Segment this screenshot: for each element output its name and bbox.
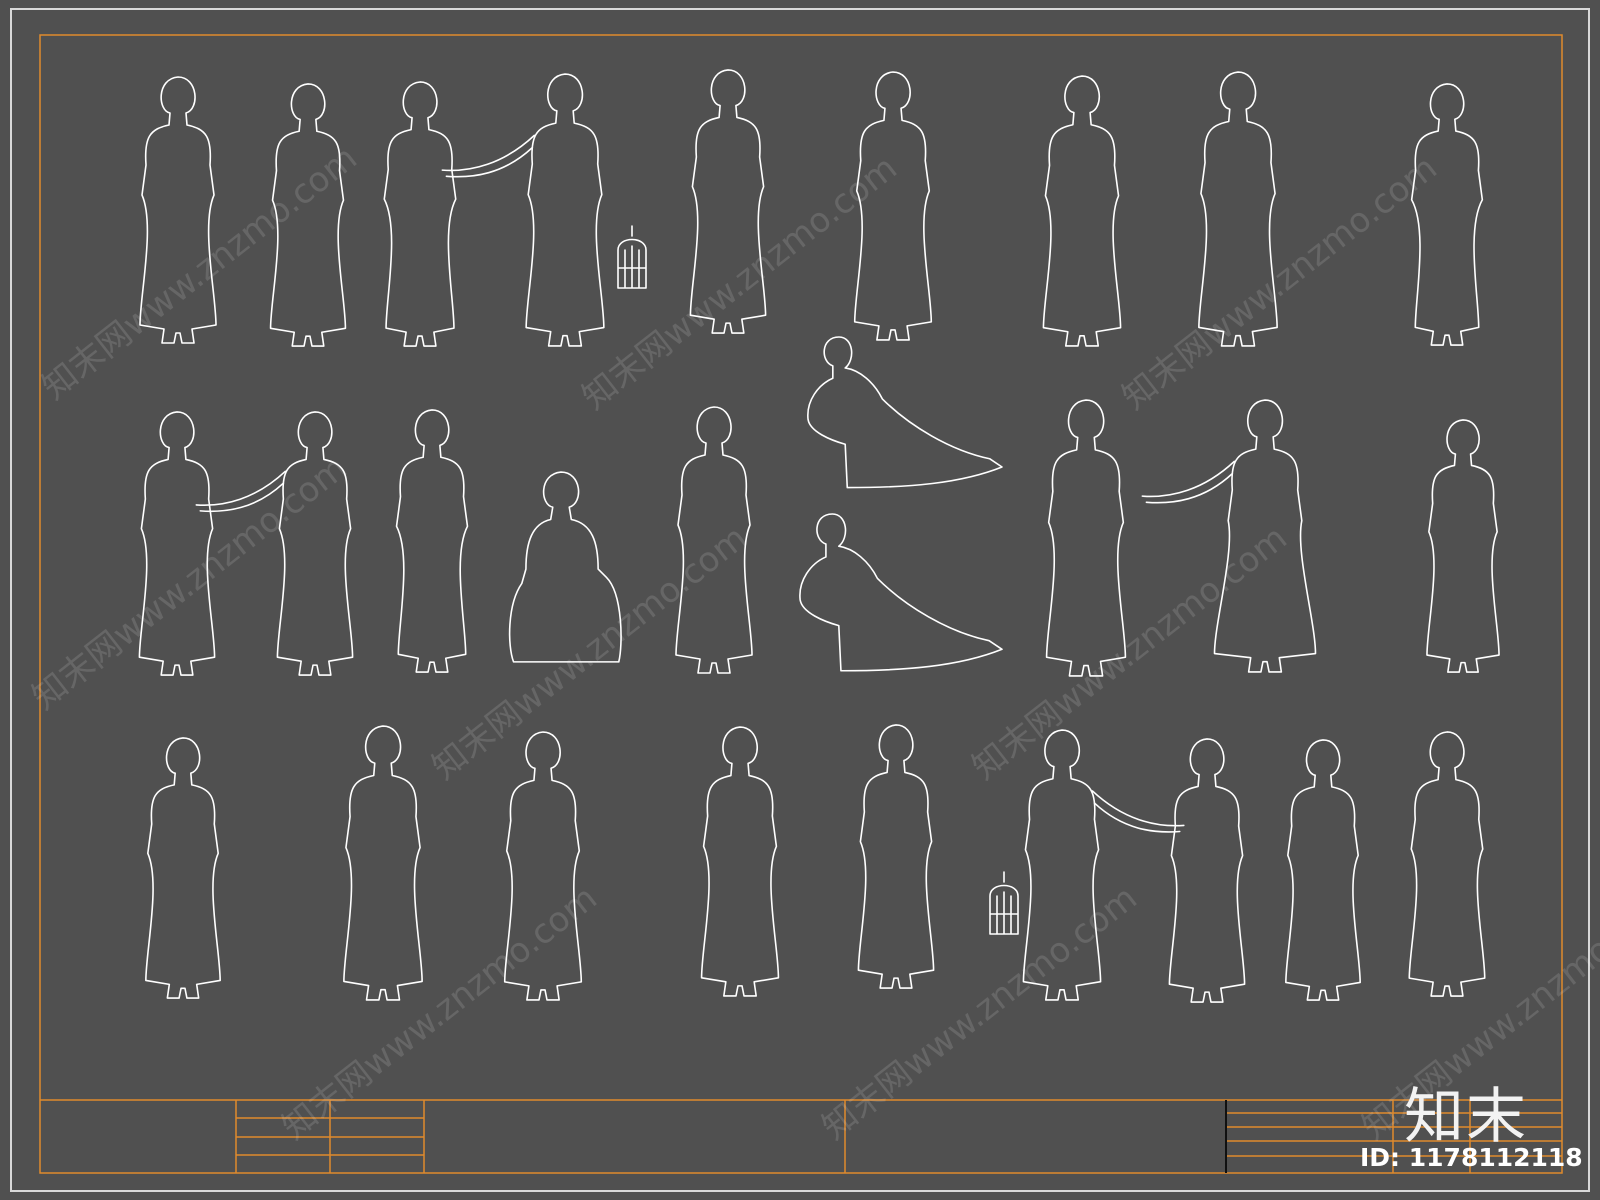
standing-figure-outline [276,411,354,676]
standing-figure-outline [857,724,935,989]
standing-figure-outline [525,73,605,347]
brand-logo: 知末 [1404,1082,1528,1152]
standing-figure-outline [139,76,217,344]
reaching-arm-outline [1141,460,1236,504]
standing-figure-outline [1213,399,1317,673]
asset-id-label: ID: 1178112118 [1360,1143,1583,1172]
figure-group [138,69,1500,1003]
reaching-arm-outline [1091,790,1185,833]
reclining-figure-outline [799,513,1003,672]
standing-figure-outline [675,406,753,674]
standing-figure-outline [145,737,221,999]
standing-figure-outline [689,69,767,334]
standing-figure-outline [343,725,423,1001]
standing-figure-outline [1045,399,1127,677]
reaching-arm-outline [441,134,536,178]
standing-figure-outline [503,731,583,1001]
standing-figure-outline [1042,75,1122,347]
birdcage-outline [989,871,1019,935]
standing-figure-outline [1198,71,1278,347]
standing-figure-outline [395,409,469,673]
birdcage-outline [617,225,647,289]
cad-drawing-sheet: 知末网www.znzmo.com 知末网www.znzmo.com 知末网www… [0,0,1600,1200]
standing-figure-outline [1022,729,1102,1001]
standing-figure-outline [269,83,347,347]
standing-figure-outline [1285,739,1361,1001]
standing-figure-outline [1426,419,1500,673]
standing-figure-outline [1410,83,1484,346]
standing-figure-outline [383,81,457,347]
standing-figure-outline [1408,731,1486,997]
seated-figure-outline [508,471,622,663]
reclining-figure-outline [807,336,1003,489]
figure-drawing-canvas [10,8,1590,1192]
standing-figure-outline [700,726,780,997]
standing-figure-outline [1168,738,1246,1003]
standing-figure-outline [853,71,933,341]
standing-figure-outline [138,411,216,676]
